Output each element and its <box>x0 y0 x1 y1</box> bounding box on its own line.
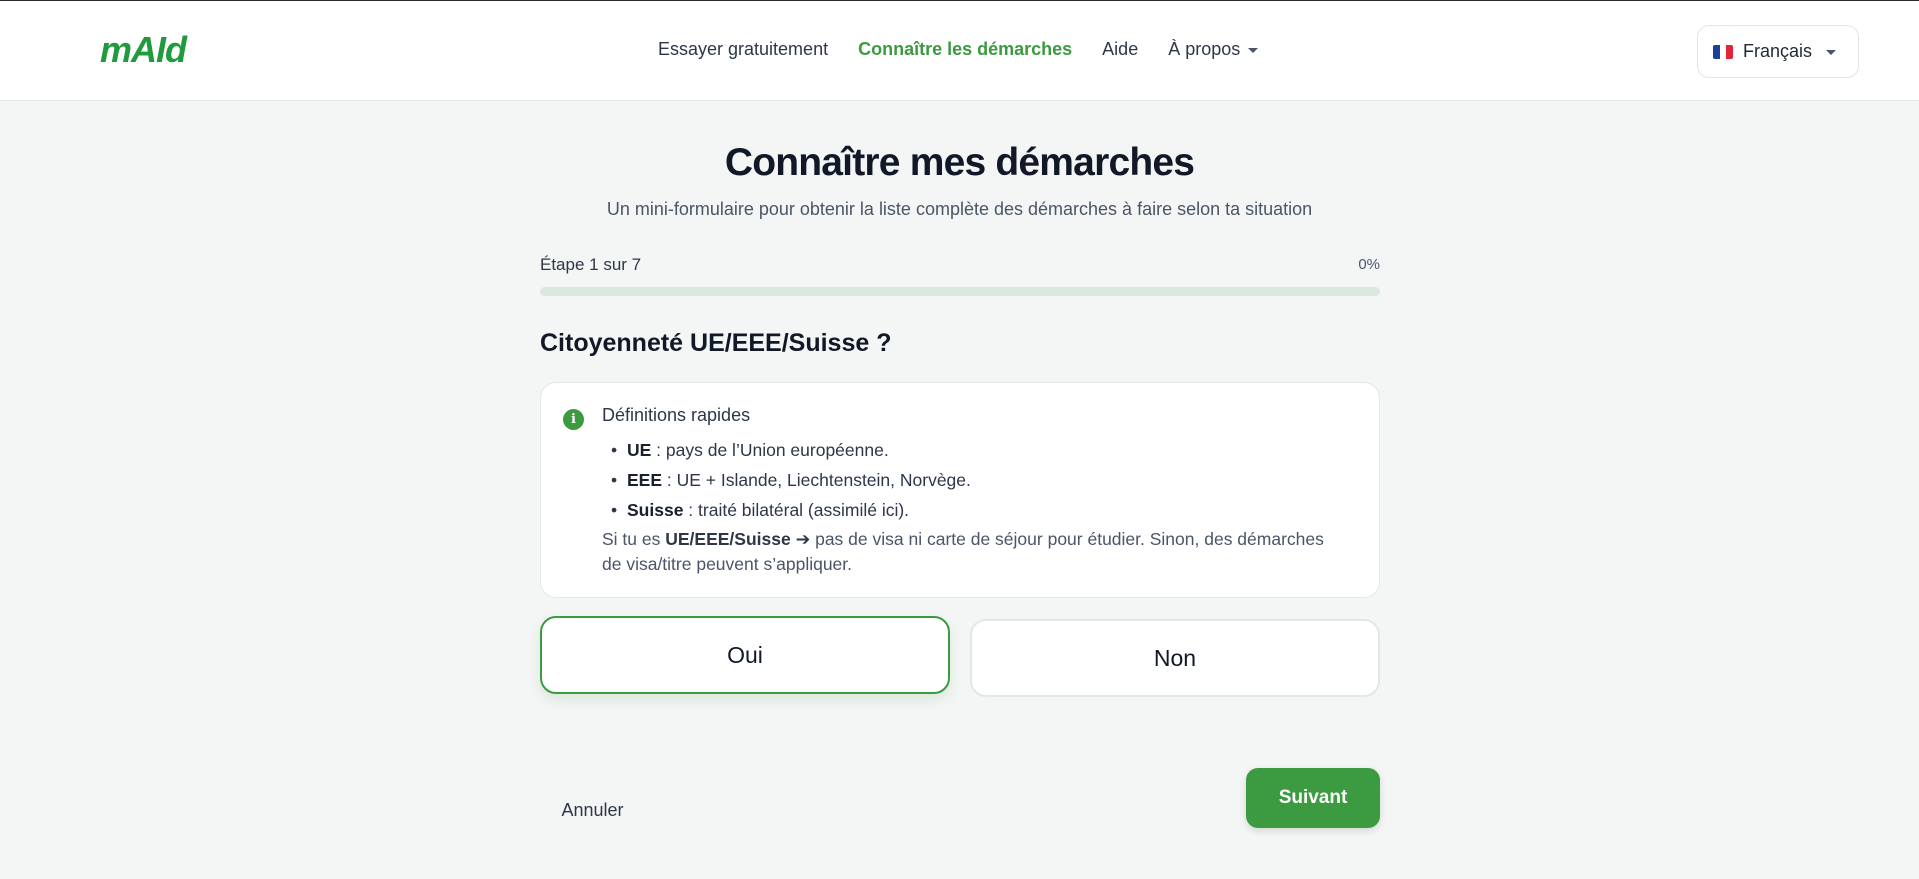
definition-term: Suisse <box>627 500 684 520</box>
definition-list: UE : pays de l’Union européenne. EEE : U… <box>611 435 971 525</box>
list-item: Suisse : traité bilatéral (assimilé ici)… <box>611 495 971 525</box>
progress-bar <box>540 287 1380 296</box>
page-subtitle: Un mini-formulaire pour obtenir la liste… <box>606 199 1313 219</box>
info-note-bold: UE/EEE/Suisse ➔ <box>665 529 811 549</box>
nav-link-essayer[interactable]: Essayer gratuitement <box>658 39 828 60</box>
nav-link-aide[interactable]: Aide <box>1102 39 1138 60</box>
info-box: i Définitions rapides UE : pays de l’Uni… <box>540 382 1380 598</box>
step-label: Étape 1 sur 7 <box>540 255 642 274</box>
nav-link-a-propos-label: À propos <box>1168 39 1241 59</box>
definition-text: : traité bilatéral (assimilé ici). <box>683 500 910 520</box>
question-title: Citoyenneté UE/EEE/Suisse ? <box>540 329 892 357</box>
list-item: UE : pays de l’Union européenne. <box>611 435 971 465</box>
list-item: EEE : UE + Islande, Liechtenstein, Norvè… <box>611 465 971 495</box>
nav-link-demarches[interactable]: Connaître les démarches <box>858 39 1072 60</box>
info-note-prefix: Si tu es <box>602 529 666 549</box>
language-label: Français <box>1743 41 1813 61</box>
option-non-button[interactable]: Non <box>970 619 1380 697</box>
info-note: Si tu es UE/EEE/Suisse ➔ pas de visa ni … <box>602 527 1342 577</box>
definition-text: : pays de l’Union européenne. <box>651 440 889 460</box>
chevron-down-icon <box>1826 50 1836 55</box>
progress-percent: 0% <box>1358 256 1380 273</box>
france-flag-icon <box>1713 44 1733 59</box>
definition-term: EEE <box>627 470 663 490</box>
site-header: mAId Essayer gratuitement Connaître les … <box>0 1 1919 101</box>
next-button[interactable]: Suivant <box>1246 768 1380 828</box>
definition-term: UE <box>627 440 652 460</box>
logo[interactable]: mAId <box>100 29 187 71</box>
chevron-down-icon <box>1248 47 1259 53</box>
info-icon: i <box>563 409 584 430</box>
page-title: Connaître mes démarches <box>724 141 1195 184</box>
definition-text: : UE + Islande, Liechtenstein, Norvège. <box>662 470 971 490</box>
main-nav: Essayer gratuitement Connaître les démar… <box>658 39 1288 60</box>
language-selector[interactable]: Français <box>1697 25 1859 78</box>
option-oui-button[interactable]: Oui <box>540 616 950 694</box>
cancel-button[interactable]: Annuler <box>540 785 645 835</box>
info-title: Définitions rapides <box>602 405 751 425</box>
nav-link-a-propos[interactable]: À propos <box>1168 39 1259 60</box>
